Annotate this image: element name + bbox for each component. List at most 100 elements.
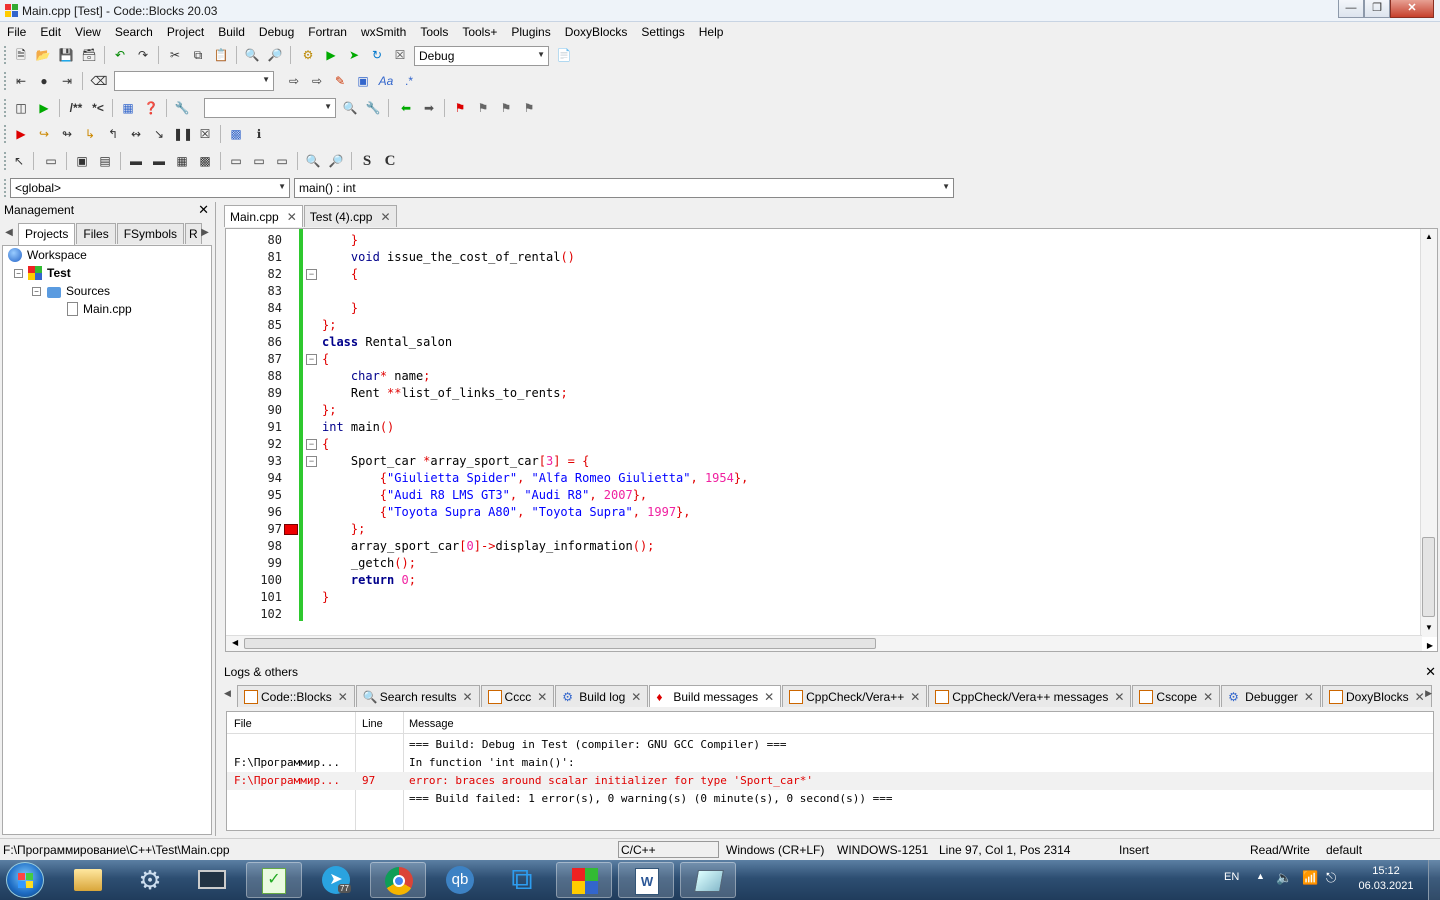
start-orb-icon[interactable] <box>6 862 44 898</box>
next-arrow-icon[interactable]: ➡ <box>420 99 438 117</box>
log-tab-cppcheck[interactable]: CppCheck/Vera++ ✕ <box>782 685 928 707</box>
bold-c-icon[interactable]: C <box>381 152 399 170</box>
line-number[interactable]: 87 <box>226 351 282 368</box>
pointer-icon[interactable]: ↖ <box>10 152 28 170</box>
bookmark-flag-icon[interactable]: ⚑ <box>451 99 469 117</box>
network-icon[interactable]: 📶 <box>1302 870 1318 886</box>
highlight-icon[interactable]: ✎ <box>331 72 349 90</box>
tree-sources-folder[interactable]: Sources <box>47 282 110 300</box>
toolbar-grip[interactable] <box>4 46 7 64</box>
line-number[interactable]: 100 <box>226 572 282 589</box>
notepad-plus-plus-icon[interactable]: ✓ <box>246 862 302 898</box>
zoom-in-icon[interactable]: 🔍 <box>304 152 322 170</box>
word-icon[interactable]: W <box>618 862 674 898</box>
find-next-icon[interactable]: ⇨ <box>308 72 326 90</box>
menu-doxyblocks[interactable]: DoxyBlocks <box>558 22 635 42</box>
sizer-h-icon[interactable]: ▬ <box>127 152 145 170</box>
code-line[interactable]: }; <box>322 402 336 419</box>
replace-icon[interactable]: 🔎 <box>266 46 284 64</box>
sizer-v-icon[interactable]: ▬ <box>150 152 168 170</box>
log-tab-search-results[interactable]: 🔍 Search results ✕ <box>355 685 480 707</box>
grid-sizer-icon[interactable]: ▦ <box>173 152 191 170</box>
tray-expand-icon[interactable]: ▲ <box>1256 871 1265 881</box>
step-out-icon[interactable]: ↰ <box>104 125 122 143</box>
step-into-instruction-icon[interactable]: ↘ <box>150 125 168 143</box>
collapse-project-icon[interactable]: − <box>14 269 23 278</box>
box-icon[interactable]: ▭ <box>227 152 245 170</box>
paste-icon[interactable]: 📋 <box>212 46 230 64</box>
menu-search[interactable]: Search <box>108 22 160 42</box>
search-combo[interactable]: ▼ <box>114 71 274 91</box>
column-file[interactable]: File <box>234 715 252 733</box>
line-number[interactable]: 91 <box>226 419 282 436</box>
next-instruction-icon[interactable]: ↭ <box>127 125 145 143</box>
copy-icon[interactable]: ⧉ <box>189 46 207 64</box>
show-desktop-button[interactable] <box>1428 860 1440 900</box>
tabs-scroll-left-icon[interactable]: ◀ <box>2 224 16 242</box>
block-comment-icon[interactable]: /** <box>64 99 88 117</box>
menu-wxsmith[interactable]: wxSmith <box>354 22 413 42</box>
close-tab-icon[interactable]: ✕ <box>1114 690 1124 704</box>
menu-file[interactable]: File <box>0 22 33 42</box>
log-tab-doxyblocks[interactable]: DoxyBlocks ✕ <box>1321 685 1432 707</box>
logs-tabs-right-icon[interactable]: ▶ <box>1425 688 1432 699</box>
save-all-icon[interactable]: 🗃 <box>80 46 98 64</box>
close-management-icon[interactable]: ✕ <box>198 202 209 218</box>
next-line-icon[interactable]: ↬ <box>58 125 76 143</box>
code-line[interactable]: {"Audi R8 LMS GT3", "Audi R8", 2007}, <box>322 487 647 504</box>
line-number-gutter[interactable]: 80 81 82 − 83 84 85 86 87 − 88 89 90 91 92 − 93 − 94 95 96 97… <box>226 229 317 651</box>
code-line[interactable]: } <box>322 589 329 606</box>
vertical-scroll-thumb[interactable] <box>1422 537 1435 617</box>
language-indicator[interactable]: EN <box>1224 871 1239 883</box>
maximize-button[interactable]: ❐ <box>1364 0 1390 18</box>
line-number[interactable]: 94 <box>226 470 282 487</box>
build-message-row[interactable]: === Build failed: 1 error(s), 0 warning(… <box>227 790 1433 808</box>
log-tab-build-messages[interactable]: ♦ Build messages ✕ <box>649 685 782 707</box>
doxywizard-icon[interactable]: ◫ <box>12 99 30 117</box>
line-number[interactable]: 101 <box>226 589 282 606</box>
code-line[interactable]: int main() <box>322 419 394 436</box>
fold-marker-icon[interactable]: − <box>306 439 317 450</box>
zoom-out-icon[interactable]: 🔎 <box>327 152 345 170</box>
code-line[interactable]: void issue_the_cost_of_rental() <box>322 249 575 266</box>
line-number[interactable]: 80 <box>226 232 282 249</box>
editor-tab-test4-cpp[interactable]: Test (4).cpp ✕ <box>303 205 397 227</box>
toggle-bookmark-icon[interactable]: ● <box>35 72 53 90</box>
volume-icon[interactable]: 🔈 <box>1276 870 1292 886</box>
scroll-right-icon[interactable]: ▶ <box>1427 641 1433 650</box>
tabs-scroll-right-icon[interactable]: ▶ <box>198 224 212 242</box>
column-message[interactable]: Message <box>409 715 454 733</box>
horizontal-scroll-thumb[interactable] <box>244 638 876 649</box>
tree-project[interactable]: Test <box>28 264 71 282</box>
menu-plugins[interactable]: Plugins <box>504 22 557 42</box>
clear-bookmarks-icon[interactable]: ⚑ <box>520 99 538 117</box>
fold-marker-icon[interactable]: − <box>306 456 317 467</box>
code-line[interactable]: }; <box>322 521 365 538</box>
line-number[interactable]: 99 <box>226 555 282 572</box>
code-line[interactable]: {"Giulietta Spider", "Alfa Romeo Giuliet… <box>322 470 749 487</box>
regex-icon[interactable]: .* <box>400 72 418 90</box>
minimize-button[interactable]: — <box>1338 0 1364 18</box>
line-number[interactable]: 83 <box>226 283 282 300</box>
line-number[interactable]: 84 <box>226 300 282 317</box>
cut-icon[interactable]: ✂ <box>166 46 184 64</box>
collapse-sources-icon[interactable]: − <box>32 287 41 296</box>
code-line[interactable]: Sport_car *array_sport_car[3] = { <box>322 453 589 470</box>
tab-files[interactable]: Files <box>76 223 116 244</box>
code-line[interactable]: class Rental_salon <box>322 334 452 351</box>
text-editor-icon[interactable] <box>680 862 736 898</box>
flex-sizer-icon[interactable]: ▩ <box>196 152 214 170</box>
build-message-row[interactable]: F:\Программир... In function 'int main()'… <box>227 754 1433 772</box>
build-error-row[interactable]: F:\Программир... 97 error: braces around s… <box>227 772 1433 790</box>
bold-s-icon[interactable]: S <box>358 152 376 170</box>
close-tab-icon[interactable]: ✕ <box>537 690 547 704</box>
menu-help[interactable]: Help <box>692 22 731 42</box>
code-line[interactable]: } <box>322 300 358 317</box>
tree-workspace[interactable]: Workspace <box>8 246 87 264</box>
menu-tools[interactable]: Tools <box>413 22 455 42</box>
doxy-settings-icon[interactable]: 🔧 <box>364 99 382 117</box>
menu-tools-plus[interactable]: Tools+ <box>455 22 504 42</box>
close-tab-icon[interactable]: ✕ <box>1203 690 1213 704</box>
scroll-down-icon[interactable]: ▼ <box>1425 623 1433 632</box>
open-folder-icon[interactable]: 📂 <box>34 46 52 64</box>
